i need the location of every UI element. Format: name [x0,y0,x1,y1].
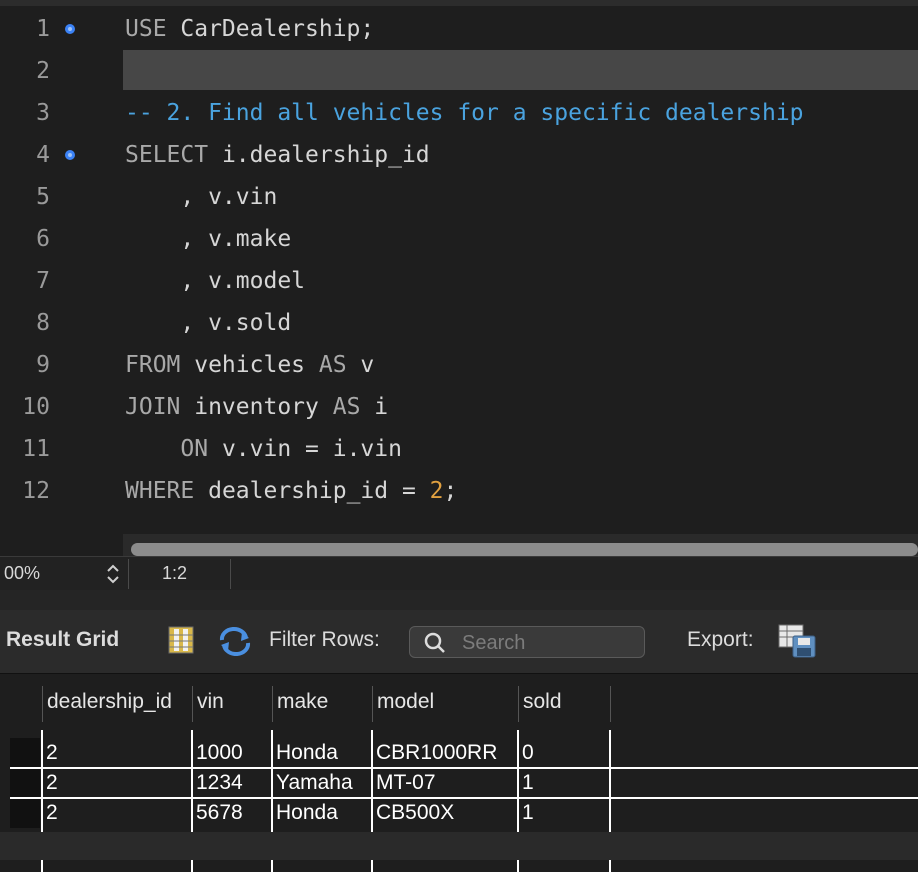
grid-cell[interactable]: 5678 [190,798,270,828]
column-divider[interactable] [192,686,193,722]
line-number: 4 [36,142,50,168]
refresh-icon[interactable] [218,626,252,656]
code-line[interactable]: 7 , v.model [0,260,918,302]
code-line[interactable]: 10 JOIN inventory AS i [0,386,918,428]
grid-cell[interactable]: 0 [516,738,608,768]
grid-cell[interactable]: 2 [40,738,190,768]
code-line[interactable]: 4 SELECT i.dealership_id [0,134,918,176]
export-label: Export: [687,628,754,651]
grid-cell[interactable]: 1 [516,798,608,828]
result-grid-title[interactable]: Result Grid [6,628,119,652]
code-text[interactable]: SELECT i.dealership_id [125,134,430,176]
line-number: 1 [36,16,50,42]
cursor-position: 1:2 [162,563,188,583]
grid-cell[interactable]: 1000 [190,738,270,768]
grid-layout-icon[interactable] [168,626,194,654]
line-number: 12 [22,478,50,504]
result-toolbar: Result Grid Filter Rows: Export: [0,610,918,674]
empty-new-row[interactable] [0,832,918,860]
code-line[interactable]: 1 USE CarDealership; [0,8,918,50]
grid-cell[interactable]: MT-07 [370,768,516,798]
column-divider[interactable] [42,686,43,722]
code-line[interactable]: 3 -- 2. Find all vehicles for a specific … [0,92,918,134]
line-number: 9 [36,352,50,378]
grid-cell[interactable]: Honda [270,738,370,768]
grid-cell[interactable]: 2 [40,768,190,798]
column-divider[interactable] [518,686,519,722]
column-divider[interactable] [610,686,611,722]
filter-search-box[interactable] [409,626,645,658]
column-divider[interactable] [272,686,273,722]
grid-cell[interactable]: Yamaha [270,768,370,798]
code-text[interactable]: FROM vehicles AS v [125,344,374,386]
code-text[interactable]: , v.vin [125,176,277,218]
code-line[interactable]: 8 , v.sold [0,302,918,344]
code-text[interactable]: ON v.vin = i.vin [125,428,402,470]
grid-cell[interactable]: Honda [270,798,370,828]
line-number: 8 [36,310,50,336]
export-icon[interactable] [778,624,816,658]
grid-cell[interactable]: 1 [516,768,608,798]
result-grid[interactable]: dealership_id vin make model sold 2 1000 Honda… [0,674,918,872]
code-line[interactable]: 9 FROM vehicles AS v [0,344,918,386]
panel-gap [0,590,918,610]
row-header[interactable] [10,768,40,798]
zoom-level[interactable]: 00% [4,557,40,590]
line-number: 2 [36,58,50,84]
search-icon [424,632,445,653]
status-divider [128,559,129,589]
row-divider [10,797,918,799]
row-divider [10,767,918,769]
code-text[interactable]: JOIN inventory AS i [125,386,388,428]
line-number: 3 [36,100,50,126]
code-text[interactable]: -- 2. Find all vehicles for a specific d… [125,92,804,134]
line-number: 11 [22,436,50,462]
grid-cell[interactable]: CBR1000RR [370,738,516,768]
column-header-vin[interactable]: vin [192,674,272,730]
code-text[interactable]: WHERE dealership_id = 2; [125,470,457,512]
sql-editor[interactable]: 1 USE CarDealership; 2 3 -- 2. Find all vehi… [0,0,918,562]
filter-rows-label: Filter Rows: [269,628,380,651]
column-header-model[interactable]: model [372,674,518,730]
statement-marker-icon [65,150,75,160]
code-line[interactable]: 5 , v.vin [0,176,918,218]
code-text[interactable]: , v.make [125,218,291,260]
line-number: 7 [36,268,50,294]
column-header-make[interactable]: make [272,674,372,730]
grid-cell[interactable]: 1234 [190,768,270,798]
code-line[interactable]: 6 , v.make [0,218,918,260]
row-header[interactable] [10,798,40,828]
column-header-sold[interactable]: sold [518,674,610,730]
code-line[interactable]: 12 WHERE dealership_id = 2; [0,470,918,512]
code-text[interactable]: , v.sold [125,302,291,344]
horizontal-scrollbar-thumb[interactable] [131,543,918,556]
code-line[interactable]: 2 [0,50,918,92]
column-header-dealership-id[interactable]: dealership_id [42,674,192,730]
grid-cell[interactable]: CB500X [370,798,516,828]
code-text[interactable]: USE CarDealership; [125,8,374,50]
line-number: 6 [36,226,50,252]
editor-status-bar: 00% 1:2 [0,556,918,590]
search-input[interactable] [460,630,640,656]
zoom-stepper-icon[interactable] [104,563,122,585]
line-number: 10 [22,394,50,420]
grid-cell[interactable]: 2 [40,798,190,828]
statement-marker-icon [65,24,75,34]
column-divider[interactable] [372,686,373,722]
line-number: 5 [36,184,50,210]
code-line[interactable]: 11 ON v.vin = i.vin [0,428,918,470]
status-divider [230,559,231,589]
code-text[interactable]: , v.model [125,260,305,302]
row-header[interactable] [10,738,40,768]
